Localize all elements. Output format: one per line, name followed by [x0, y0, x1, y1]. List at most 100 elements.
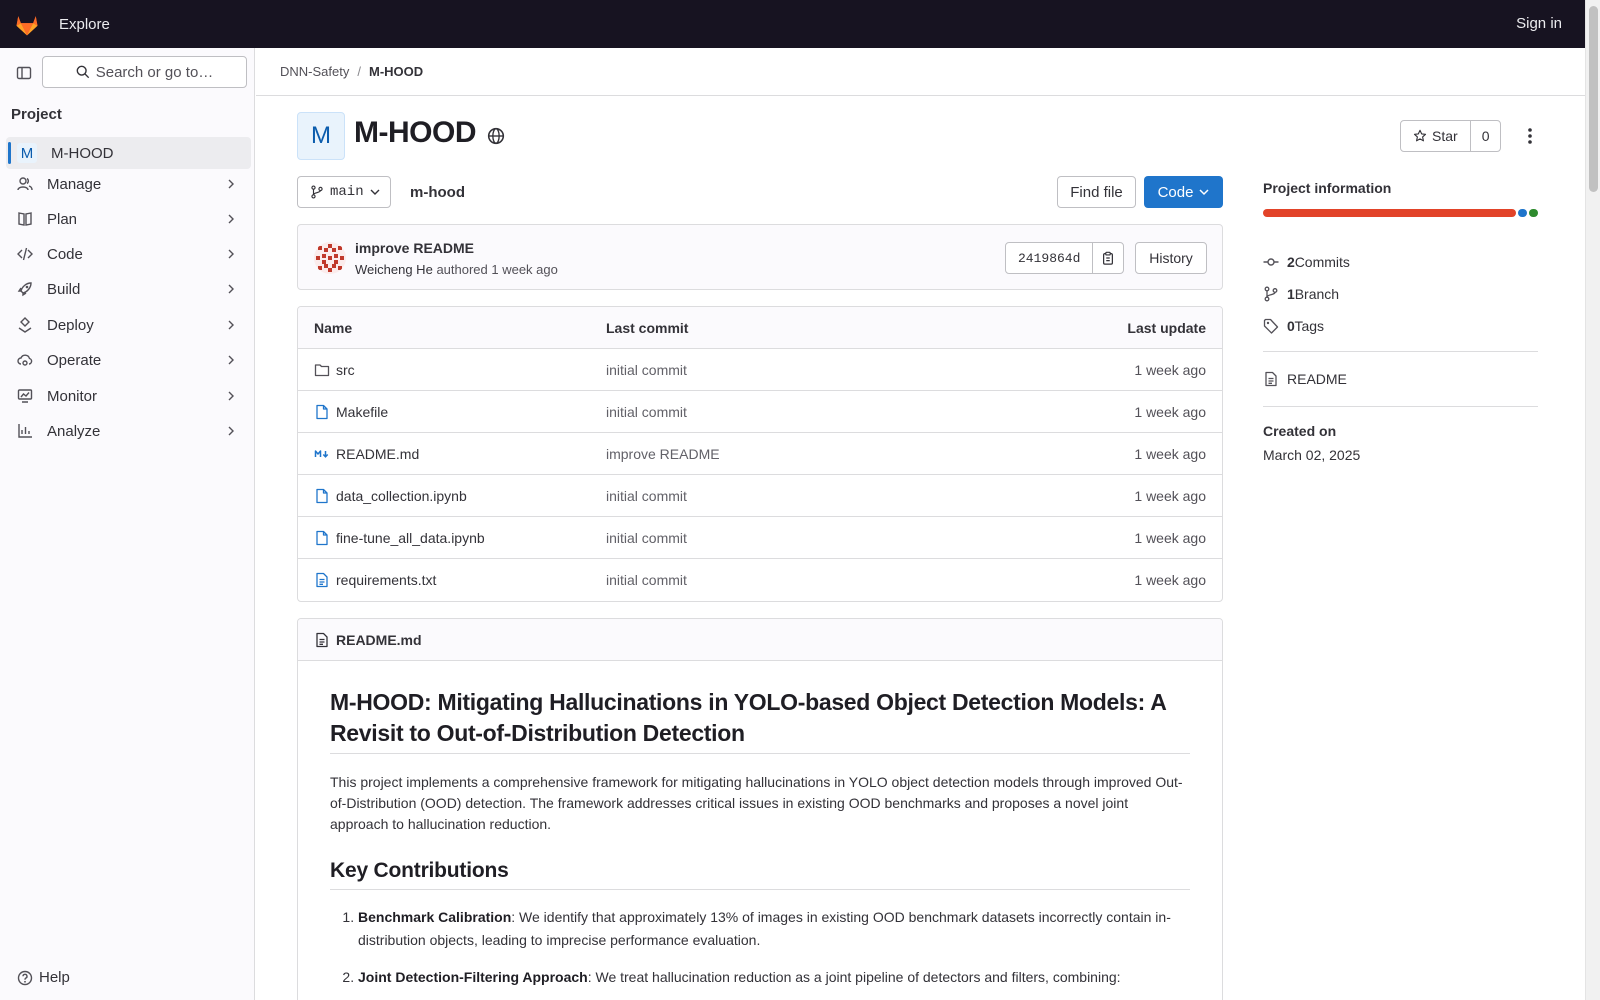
sidebar-item-label: M-HOOD: [51, 144, 114, 162]
commit-sha-group: 2419864d: [1005, 242, 1125, 274]
top-bar: Explore Sign in: [0, 0, 1600, 48]
more-actions-button[interactable]: [1520, 120, 1540, 152]
readme-label: README: [1287, 371, 1347, 387]
project-avatar: M: [297, 112, 345, 160]
file-name-link[interactable]: fine-tune_all_data.ipynb: [336, 530, 485, 546]
repo-path-link[interactable]: m-hood: [410, 184, 465, 201]
file-name-link[interactable]: Makefile: [336, 404, 388, 420]
table-row[interactable]: README.md improve README 1 week ago: [298, 433, 1222, 475]
breadcrumb-group-link[interactable]: DNN-Safety: [280, 64, 349, 79]
sidebar-item-analyze[interactable]: Analyze: [6, 415, 251, 447]
language-bar[interactable]: [1263, 209, 1538, 217]
sidebar-item-label: Plan: [47, 210, 78, 228]
table-row[interactable]: src initial commit 1 week ago: [298, 349, 1222, 391]
table-row[interactable]: Makefile initial commit 1 week ago: [298, 391, 1222, 433]
branches-link[interactable]: 1 Branch: [1263, 283, 1538, 305]
file-commit-link[interactable]: initial commit: [606, 530, 1006, 546]
sidebar-item-label: Operate: [47, 351, 102, 369]
language-segment[interactable]: [1263, 209, 1517, 217]
star-button[interactable]: Star: [1401, 121, 1471, 151]
scrollbar-thumb[interactable]: [1589, 6, 1598, 192]
sidebar-item-code[interactable]: Code: [6, 238, 251, 270]
author-avatar[interactable]: [314, 242, 346, 274]
sidebar-item-plan[interactable]: Plan: [6, 203, 251, 235]
sidebar-heading: Project: [11, 106, 62, 123]
question-icon: [17, 970, 33, 985]
readme-link[interactable]: README: [1263, 368, 1538, 390]
chevron-right-icon: [223, 391, 239, 401]
language-segment[interactable]: [1518, 209, 1528, 217]
file-table: Name Last commit Last update src initial…: [297, 306, 1223, 602]
table-row[interactable]: data_collection.ipynb initial commit 1 w…: [298, 475, 1222, 517]
code-icon: [16, 245, 34, 263]
text-file-icon: [316, 572, 328, 588]
sidebar-toggle-icon: [16, 66, 32, 80]
branch-icon: [311, 185, 323, 199]
commit-icon: [1263, 258, 1279, 266]
table-row[interactable]: requirements.txt initial commit 1 week a…: [298, 559, 1222, 601]
commits-link[interactable]: 2 Commits: [1263, 251, 1538, 273]
table-row[interactable]: fine-tune_all_data.ipynb initial commit …: [298, 517, 1222, 559]
readme-filename-link[interactable]: README.md: [336, 632, 422, 648]
sign-in-link[interactable]: Sign in: [1516, 15, 1562, 32]
file-commit-link[interactable]: initial commit: [606, 488, 1006, 504]
code-dropdown-button[interactable]: Code: [1144, 176, 1223, 208]
file-updated: 1 week ago: [1134, 487, 1206, 504]
sidebar-item-label: Build: [47, 280, 81, 298]
file-updated: 1 week ago: [1134, 445, 1206, 462]
help-button[interactable]: Help: [17, 969, 70, 986]
chevron-right-icon: [223, 179, 239, 189]
sidebar-item-manage[interactable]: Manage: [6, 168, 251, 200]
sidebar-item-project[interactable]: M M-HOOD: [6, 137, 251, 169]
file-commit-link[interactable]: improve README: [606, 446, 1006, 462]
tags-link[interactable]: 0 Tags: [1263, 315, 1538, 337]
file-name-link[interactable]: requirements.txt: [336, 572, 436, 588]
chevron-right-icon: [223, 284, 239, 294]
commit-author-link[interactable]: Weicheng He: [355, 262, 433, 277]
file-name-link[interactable]: README.md: [336, 446, 419, 462]
sidebar-item-label: Analyze: [47, 422, 101, 440]
history-button[interactable]: History: [1135, 242, 1207, 274]
file-commit-link[interactable]: initial commit: [606, 404, 1006, 420]
file-name-link[interactable]: src: [336, 362, 355, 378]
folder-icon: [314, 363, 330, 376]
code-button-label: Code: [1157, 183, 1194, 201]
commit-sha-link[interactable]: 2419864d: [1006, 243, 1094, 273]
file-name-link[interactable]: data_collection.ipynb: [336, 488, 467, 504]
star-count[interactable]: 0: [1471, 121, 1501, 151]
page-scrollbar[interactable]: [1585, 0, 1600, 1000]
contribution-title: Joint Detection-Filtering Approach: [358, 969, 588, 985]
branch-selector[interactable]: main: [297, 176, 391, 208]
globe-icon: [487, 127, 505, 145]
commits-label: Commits: [1294, 254, 1350, 270]
find-file-button[interactable]: Find file: [1057, 176, 1136, 208]
sidebar-toggle-button[interactable]: [11, 60, 37, 86]
commit-message-link[interactable]: improve README: [355, 240, 474, 256]
copy-sha-button[interactable]: [1093, 243, 1123, 273]
file-updated: 1 week ago: [1134, 403, 1206, 420]
divider: [1263, 406, 1538, 407]
page-title: M-HOOD: [354, 116, 476, 149]
language-segment[interactable]: [1529, 209, 1538, 217]
book-icon: [16, 210, 34, 228]
file-icon: [316, 530, 328, 545]
explore-link[interactable]: Explore: [59, 16, 110, 33]
kebab-icon: [1528, 128, 1532, 144]
sidebar-item-monitor[interactable]: Monitor: [6, 380, 251, 412]
column-header-last-update: Last update: [1127, 319, 1206, 336]
search-button[interactable]: Search or go to…: [42, 56, 247, 88]
column-header-last-commit: Last commit: [606, 319, 689, 336]
chart-icon: [16, 422, 34, 440]
sidebar-item-deploy[interactable]: Deploy: [6, 309, 251, 341]
file-commit-link[interactable]: initial commit: [606, 572, 1006, 588]
deploy-icon: [16, 316, 34, 334]
markdown-icon: [314, 449, 329, 458]
search-icon: [76, 65, 89, 79]
file-commit-link[interactable]: initial commit: [606, 362, 1006, 378]
breadcrumb-project-link[interactable]: M-HOOD: [369, 64, 423, 79]
contribution-text: : We treat hallucination reduction as a …: [587, 969, 1121, 985]
gitlab-logo-icon[interactable]: [13, 10, 41, 38]
sidebar-item-build[interactable]: Build: [6, 273, 251, 305]
search-placeholder: Search or go to…: [95, 63, 214, 81]
sidebar-item-operate[interactable]: Operate: [6, 344, 251, 376]
